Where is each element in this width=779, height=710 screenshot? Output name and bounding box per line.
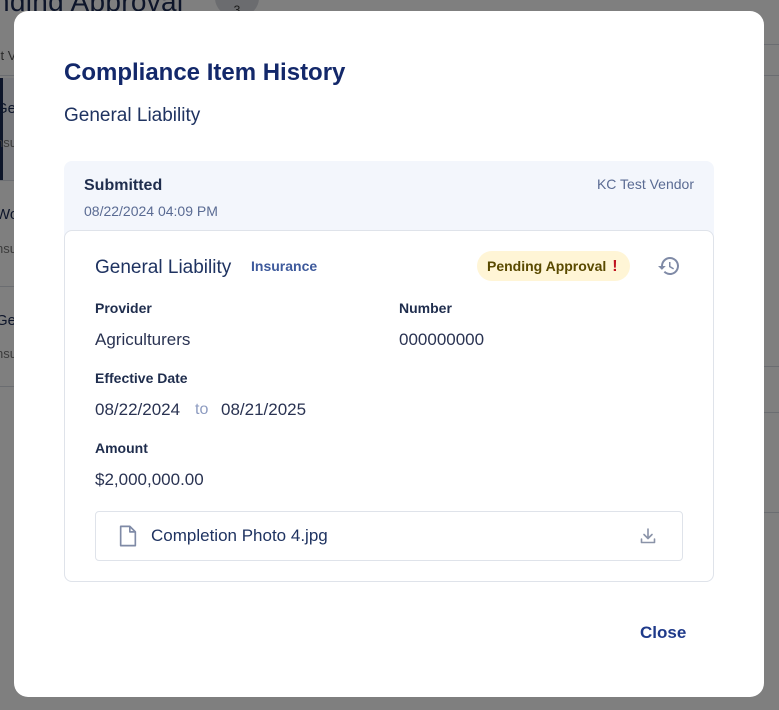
effective-date-label: Effective Date: [95, 370, 188, 386]
entry-timestamp: 08/22/2024 04:09 PM: [84, 203, 218, 219]
status-badge-label: Pending Approval: [487, 258, 607, 274]
date-range-separator: to: [195, 401, 209, 418]
modal-subtitle: General Liability: [64, 105, 201, 126]
item-title: General Liability: [95, 257, 232, 278]
compliance-item-card: General Liability Insurance Pending Appr…: [64, 230, 714, 582]
number-label: Number: [399, 300, 452, 316]
amount-label: Amount: [95, 440, 148, 456]
item-type-tag: Insurance: [251, 258, 318, 274]
effective-start-date: 08/22/2024: [95, 400, 181, 419]
compliance-history-modal: Compliance Item History General Liabilit…: [14, 11, 764, 697]
attachment-file-name[interactable]: Completion Photo 4.jpg: [151, 526, 328, 546]
provider-label: Provider: [95, 300, 152, 316]
close-button[interactable]: Close: [640, 623, 686, 643]
attachment-row[interactable]: Completion Photo 4.jpg: [95, 511, 683, 561]
file-icon: [119, 525, 137, 547]
amount-value: $2,000,000.00: [95, 470, 204, 489]
alert-icon: !: [612, 258, 618, 275]
entry-vendor: KC Test Vendor: [596, 176, 694, 192]
status-badge: Pending Approval!: [477, 251, 630, 281]
download-icon[interactable]: [639, 527, 657, 545]
history-entry: Submitted 08/22/2024 04:09 PM KC Test Ve…: [64, 161, 714, 582]
history-icon[interactable]: [657, 254, 681, 278]
effective-end-date: 08/21/2025: [221, 400, 307, 419]
modal-title: Compliance Item History: [64, 59, 346, 86]
entry-status-label: Submitted: [84, 177, 163, 194]
number-value: 000000000: [399, 330, 485, 349]
provider-value: Agriculturers: [95, 330, 191, 349]
